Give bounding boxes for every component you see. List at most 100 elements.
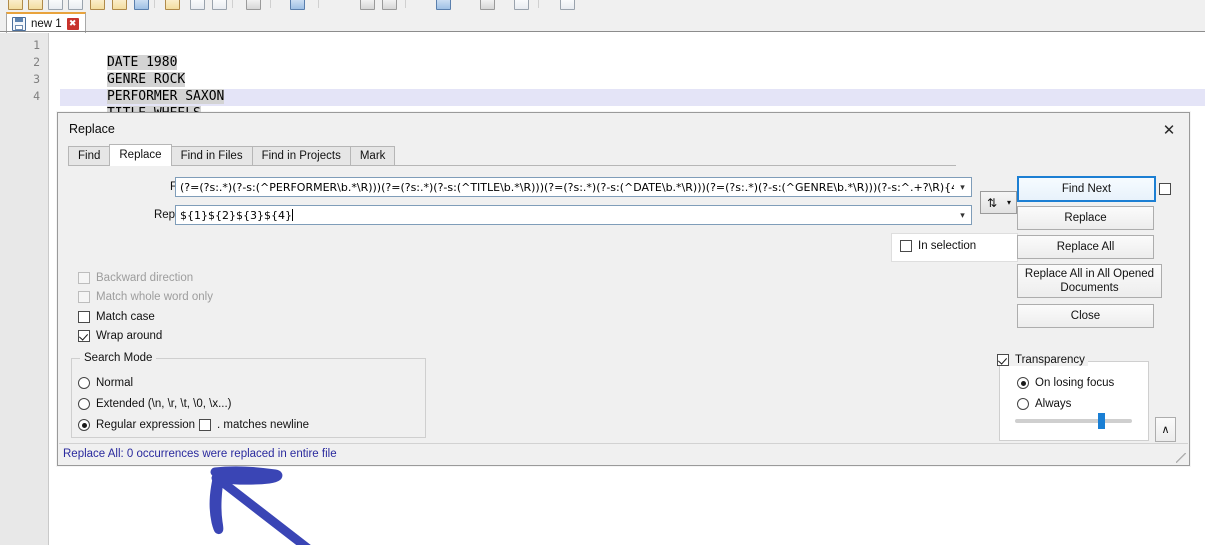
checkbox-box xyxy=(900,240,912,252)
replace-with-value: ${1}${2}${3}${4} xyxy=(180,208,293,222)
toolbar-icon-save-all[interactable] xyxy=(68,0,83,10)
line-number: 4 xyxy=(33,89,40,103)
transparency-slider-thumb[interactable] xyxy=(1098,413,1105,429)
match-case-label: Match case xyxy=(96,311,155,323)
replace-all-in-all-opened-documents-button[interactable]: Replace All in All Opened Documents xyxy=(1017,264,1162,298)
transparency-slider-track[interactable] xyxy=(1015,419,1132,423)
toolbar-icon-save[interactable] xyxy=(48,0,63,10)
toolbar-icon-zoom-in[interactable] xyxy=(360,0,375,10)
tab-find-in-projects[interactable]: Find in Projects xyxy=(251,146,351,166)
toolbar-icon-paste[interactable] xyxy=(212,0,227,10)
tab-find-in-files[interactable]: Find in Files xyxy=(170,146,253,166)
toolbar-icon-find[interactable] xyxy=(290,0,305,10)
toolbar-icon-undo[interactable] xyxy=(246,0,261,10)
toolbar-icon-word-wrap[interactable] xyxy=(436,0,451,10)
line-number-gutter: 1 2 3 4 xyxy=(0,33,49,545)
document-tab-label: new 1 xyxy=(31,18,62,30)
toolbar-icon-macro[interactable] xyxy=(514,0,529,10)
replace-all-opened-label: Replace All in All Opened Documents xyxy=(1024,268,1155,294)
transparency-label: Transparency xyxy=(1015,354,1085,366)
swap-updown-icon[interactable]: ⇅ xyxy=(980,191,1004,214)
save-icon xyxy=(12,17,26,31)
chevron-down-icon[interactable] xyxy=(954,178,971,196)
tab-mark[interactable]: Mark xyxy=(349,146,396,166)
find-what-value: (?=(?s:.*)(?-s:(^PERFORMER\b.*\R)))(?=(?… xyxy=(180,180,954,194)
search-mode-title: Search Mode xyxy=(80,352,157,364)
screen: new 1 ✖ 1 2 3 4 DATE 1980 GENRE ROCK PER… xyxy=(0,0,1205,545)
close-label: Close xyxy=(1070,310,1101,322)
search-mode-normal-label: Normal xyxy=(96,377,134,389)
checkbox-box xyxy=(78,291,90,303)
replace-all-label: Replace All xyxy=(1056,241,1115,253)
toolbar-icon-copy[interactable] xyxy=(190,0,205,10)
hand-drawn-arrow-icon xyxy=(209,466,311,545)
checkbox-box xyxy=(997,354,1009,366)
tab-find[interactable]: Find xyxy=(68,146,111,166)
chevron-down-icon[interactable]: ▾ xyxy=(1002,191,1017,214)
in-selection-checkbox[interactable]: In selection xyxy=(900,240,976,252)
transparency-on-losing-focus-radio[interactable]: On losing focus xyxy=(1017,377,1114,389)
current-line-highlight xyxy=(60,89,1205,106)
toolbar-icon-print[interactable] xyxy=(134,0,149,10)
radio-circle xyxy=(78,377,90,389)
checkbox-box xyxy=(199,419,211,431)
search-mode-regular-expression-radio[interactable]: Regular expression xyxy=(78,419,195,431)
close-icon[interactable]: ✖ xyxy=(66,18,79,30)
match-whole-word-label: Match whole word only xyxy=(96,291,213,303)
replace-all-button[interactable]: Replace All xyxy=(1017,235,1154,259)
code-line: DATE 1980 xyxy=(60,37,178,70)
tab-bar-divider xyxy=(0,31,1205,32)
match-whole-word-only-checkbox: Match whole word only xyxy=(78,291,213,303)
checkbox-box xyxy=(78,311,90,323)
search-mode-extended-label: Extended (\n, \r, \t, \0, \x...) xyxy=(96,398,232,410)
search-mode-extended-radio[interactable]: Extended (\n, \r, \t, \0, \x...) xyxy=(78,398,232,410)
resize-grip[interactable] xyxy=(1176,453,1186,463)
toolbar-icon-new[interactable] xyxy=(8,0,23,10)
code-line: GENRE ROCK xyxy=(60,54,186,87)
toolbar-icon-show-symbol[interactable] xyxy=(480,0,495,10)
replace-dialog: Replace ✕ Find Replace Find in Files Fin… xyxy=(57,112,1190,466)
toolbar-icon-close[interactable] xyxy=(90,0,105,10)
close-button[interactable]: Close xyxy=(1017,304,1154,328)
replace-with-input[interactable]: ${1}${2}${3}${4} xyxy=(175,205,972,225)
toolbar-icon-record[interactable] xyxy=(560,0,575,10)
code-line: PERFORMER SAXON xyxy=(60,71,225,104)
always-label: Always xyxy=(1035,398,1072,410)
find-next-button[interactable]: Find Next xyxy=(1017,176,1156,202)
radio-circle xyxy=(78,419,90,431)
transparency-checkbox[interactable]: Transparency xyxy=(994,354,1088,366)
status-message: Replace All: 0 occurrences were replaced… xyxy=(63,448,337,460)
dialog-title: Replace xyxy=(69,122,115,136)
expand-collapse-button[interactable]: ∧ xyxy=(1155,417,1176,442)
line-number: 3 xyxy=(33,72,40,86)
tab-replace[interactable]: Replace xyxy=(109,144,172,166)
replace-label: Replace xyxy=(1064,212,1107,224)
backward-direction-checkbox: Backward direction xyxy=(78,272,193,284)
document-tab-bar: new 1 ✖ xyxy=(0,11,1205,34)
toolbar-icon-close-all[interactable] xyxy=(112,0,127,10)
radio-circle xyxy=(78,398,90,410)
radio-circle xyxy=(1017,398,1029,410)
wrap-around-checkbox[interactable]: Wrap around xyxy=(78,330,162,342)
dialog-tabs: Find Replace Find in Files Find in Proje… xyxy=(68,144,396,166)
line-number: 2 xyxy=(33,55,40,69)
tabs-underline xyxy=(68,165,956,166)
toolbar-icon-zoom-out[interactable] xyxy=(382,0,397,10)
close-icon[interactable]: ✕ xyxy=(1155,118,1183,142)
toolbar-icon-cut[interactable] xyxy=(165,0,180,10)
dot-matches-newline-checkbox[interactable]: . matches newline xyxy=(199,419,309,431)
find-what-input[interactable]: (?=(?s:.*)(?-s:(^PERFORMER\b.*\R)))(?=(?… xyxy=(175,177,972,197)
chevron-down-icon[interactable] xyxy=(954,206,971,224)
checkbox-box xyxy=(78,272,90,284)
search-mode-normal-radio[interactable]: Normal xyxy=(78,377,133,389)
replace-button[interactable]: Replace xyxy=(1017,206,1154,230)
dot-matches-newline-label: . matches newline xyxy=(217,419,310,431)
toolbar-icon-open[interactable] xyxy=(28,0,43,10)
code-line: TITLE WHEELS xyxy=(60,88,201,121)
match-case-checkbox[interactable]: Match case xyxy=(78,311,155,323)
checkbox-box xyxy=(1159,183,1171,195)
keep-dialog-open-checkbox[interactable] xyxy=(1159,183,1171,195)
checkbox-box xyxy=(78,330,90,342)
radio-circle xyxy=(1017,377,1029,389)
transparency-always-radio[interactable]: Always xyxy=(1017,398,1071,410)
